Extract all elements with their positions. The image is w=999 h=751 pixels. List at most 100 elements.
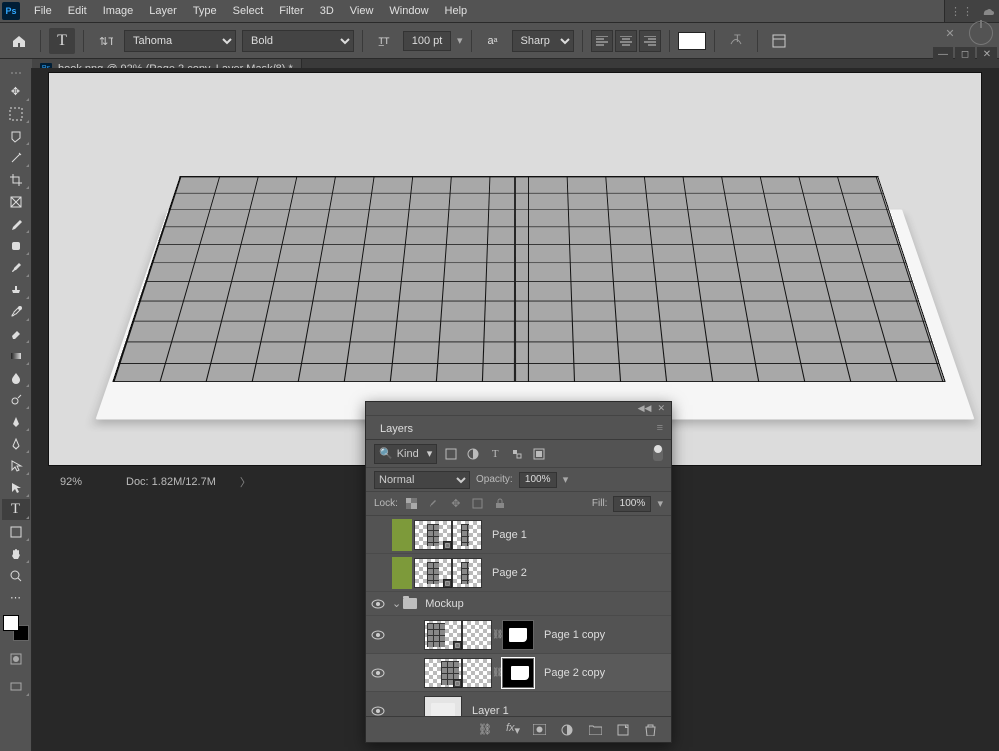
folder-chevron-icon[interactable]: ⌄ — [392, 597, 401, 610]
color-swatches[interactable] — [3, 615, 29, 641]
layer-thumb-2[interactable] — [452, 520, 482, 550]
layer-mask-thumb[interactable] — [502, 620, 534, 650]
panel-grip-icon[interactable] — [8, 72, 24, 76]
lock-artboard-icon[interactable] — [470, 496, 486, 512]
menu-image[interactable]: Image — [95, 1, 142, 21]
edit-toolbar-button[interactable]: ⋯ — [2, 587, 30, 608]
layer-row-mockup-folder[interactable]: ⌄ Mockup — [366, 592, 671, 616]
fill-input[interactable] — [613, 496, 651, 512]
curvature-pen-tool[interactable] — [2, 433, 30, 454]
visibility-toggle[interactable] — [366, 599, 390, 609]
history-brush-tool[interactable] — [2, 301, 30, 322]
filter-kind-select[interactable]: 🔍Kind▾ — [374, 444, 437, 464]
zoom-tool[interactable] — [2, 565, 30, 586]
clone-stamp-tool[interactable] — [2, 279, 30, 300]
tool-preset-type[interactable]: T — [49, 28, 75, 54]
layer-name[interactable]: Page 1 — [492, 529, 527, 541]
filter-adjust-icon[interactable] — [465, 446, 481, 462]
status-chevron-icon[interactable]: 〉 — [240, 474, 251, 490]
home-button[interactable] — [6, 28, 32, 54]
move-tool[interactable]: ✥ — [2, 81, 30, 102]
screen-mode-button[interactable] — [2, 676, 30, 697]
layer-name[interactable]: Page 2 copy — [544, 667, 605, 679]
eraser-tool[interactable] — [2, 323, 30, 344]
lock-all-icon[interactable] — [492, 496, 508, 512]
quick-mask-button[interactable] — [2, 648, 30, 669]
menu-help[interactable]: Help — [437, 1, 476, 21]
layer-thumb-2[interactable] — [462, 658, 492, 688]
link-layers-button[interactable]: ⛓ — [477, 723, 493, 736]
menu-3d[interactable]: 3D — [312, 1, 342, 21]
window-minimize-button[interactable]: — — [933, 47, 953, 61]
foreground-color[interactable] — [3, 615, 19, 631]
menu-window[interactable]: Window — [381, 1, 436, 21]
cloud-status-bar[interactable]: ⋮⋮ — [944, 0, 999, 22]
menu-layer[interactable]: Layer — [141, 1, 185, 21]
layer-thumb[interactable]: ▧ — [424, 658, 462, 688]
panel-collapse-icon[interactable]: ◀◀ — [638, 403, 652, 414]
lock-position-icon[interactable]: ✥ — [448, 496, 464, 512]
menu-select[interactable]: Select — [225, 1, 272, 21]
font-size-input[interactable] — [403, 31, 451, 51]
frame-tool[interactable] — [2, 191, 30, 212]
power-icon[interactable] — [969, 21, 993, 45]
layer-row-page1copy[interactable]: ▧ ⛓ Page 1 copy — [366, 616, 671, 654]
pen-tool[interactable] — [2, 411, 30, 432]
menu-view[interactable]: View — [342, 1, 382, 21]
shape-tool[interactable] — [2, 521, 30, 542]
align-right-button[interactable] — [639, 30, 661, 52]
layer-thumb[interactable]: ▧ — [414, 558, 452, 588]
path-select-tool[interactable] — [2, 455, 30, 476]
align-left-button[interactable] — [591, 30, 613, 52]
filter-toggle[interactable] — [653, 447, 663, 461]
adjustment-layer-button[interactable] — [561, 724, 577, 736]
visibility-toggle[interactable] — [366, 668, 390, 678]
filter-pixel-icon[interactable] — [443, 446, 459, 462]
panel-menu-icon[interactable]: ≡ — [657, 422, 663, 434]
layer-row-page1[interactable]: ▧ Page 1 — [366, 516, 671, 554]
window-close-button[interactable]: ✕ — [977, 47, 997, 61]
blur-tool[interactable] — [2, 367, 30, 388]
type-tool[interactable]: T — [2, 499, 30, 520]
opacity-input[interactable] — [519, 472, 557, 488]
new-group-button[interactable] — [589, 724, 605, 735]
layer-name[interactable]: Page 1 copy — [544, 629, 605, 641]
align-center-button[interactable] — [615, 30, 637, 52]
layer-thumb[interactable]: ▧ — [424, 620, 462, 650]
font-weight-select[interactable]: Bold — [242, 30, 354, 52]
layer-name[interactable]: Mockup — [425, 598, 464, 610]
gradient-tool[interactable] — [2, 345, 30, 366]
visibility-toggle[interactable] — [366, 706, 390, 716]
layer-thumb-2[interactable] — [462, 620, 492, 650]
visibility-toggle[interactable] — [366, 630, 390, 640]
mask-link-icon[interactable]: ⛓ — [492, 629, 502, 640]
layer-row-page2[interactable]: ▧ Page 2 — [366, 554, 671, 592]
layer-thumb[interactable] — [424, 696, 462, 717]
layer-style-button[interactable]: fx▾ — [505, 722, 521, 737]
layer-thumb-2[interactable] — [452, 558, 482, 588]
menu-type[interactable]: Type — [185, 1, 225, 21]
layer-row-layer1[interactable]: Layer 1 — [366, 692, 671, 716]
new-layer-button[interactable] — [617, 724, 633, 736]
warp-text-button[interactable]: T — [723, 28, 749, 54]
lock-paint-icon[interactable] — [426, 496, 442, 512]
layer-color-tag[interactable] — [392, 557, 412, 589]
filter-smart-icon[interactable] — [531, 446, 547, 462]
brush-tool[interactable] — [2, 257, 30, 278]
filter-shape-icon[interactable] — [509, 446, 525, 462]
layer-thumb[interactable]: ▧ — [414, 520, 452, 550]
character-panel-button[interactable] — [766, 28, 792, 54]
blend-mode-select[interactable]: Normal — [374, 471, 470, 489]
hand-tool[interactable] — [2, 543, 30, 564]
layers-tab[interactable]: Layers — [374, 417, 419, 439]
crop-tool[interactable] — [2, 169, 30, 190]
layer-row-page2copy[interactable]: ▧ ⛓ Page 2 copy — [366, 654, 671, 692]
doc-info[interactable]: Doc: 1.82M/12.7M — [118, 476, 216, 488]
filter-type-icon[interactable]: T — [487, 446, 503, 462]
lasso-tool[interactable] — [2, 125, 30, 146]
window-maximize-button[interactable]: ◻ — [955, 47, 975, 61]
antialias-select[interactable]: Sharp — [512, 30, 574, 52]
layer-name[interactable]: Layer 1 — [472, 705, 509, 717]
magic-wand-tool[interactable] — [2, 147, 30, 168]
menu-edit[interactable]: Edit — [60, 1, 95, 21]
